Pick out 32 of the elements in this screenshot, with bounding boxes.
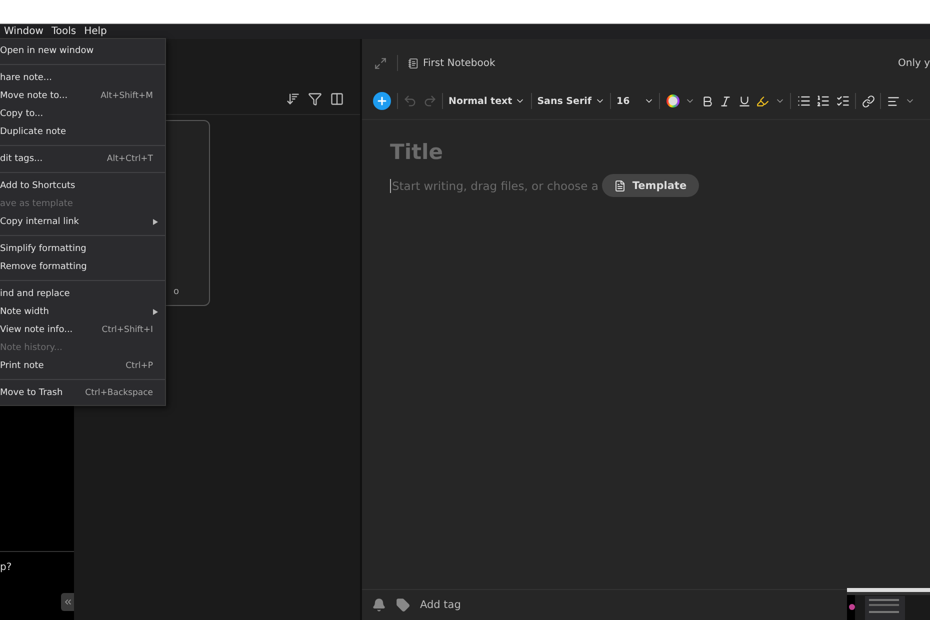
- menu-item[interactable]: Simplify formatting: [0, 240, 165, 258]
- notebook-name[interactable]: First Notebook: [423, 58, 496, 68]
- template-button[interactable]: Template: [602, 174, 699, 197]
- menu-item[interactable]: hare note...: [0, 69, 165, 87]
- menu-item[interactable]: ind and replace: [0, 285, 165, 303]
- sidebar-text: p?: [0, 561, 13, 573]
- shortcut-text: Ctrl+Shift+I: [102, 325, 153, 335]
- paragraph-style-dropdown[interactable]: Normal text: [448, 96, 526, 106]
- menu-item[interactable]: Note width: [0, 303, 165, 321]
- menu-bar-item[interactable]: Tools: [51, 26, 76, 37]
- note-card-text: o: [173, 287, 179, 297]
- menu-item[interactable]: Duplicate note: [0, 123, 165, 141]
- shortcut-text: Alt+Shift+M: [100, 91, 153, 101]
- menu-item[interactable]: Move to Trash Ctrl+Backspace: [0, 384, 165, 402]
- menu-bar-item[interactable]: Help: [84, 26, 107, 37]
- shortcut-text: Ctrl+Backspace: [85, 388, 153, 398]
- menu-bar-item[interactable]: Window: [4, 26, 44, 37]
- menu-item[interactable]: Add to Shortcuts: [0, 177, 165, 195]
- menu-item[interactable]: Open in new window: [0, 42, 165, 60]
- font-size-dropdown[interactable]: 16: [616, 96, 654, 106]
- menu-item[interactable]: Copy internal link: [0, 213, 165, 231]
- menu-item[interactable]: Copy to...: [0, 105, 165, 123]
- menu-item[interactable]: Remove formatting: [0, 258, 165, 276]
- font-dropdown[interactable]: Sans Serif: [537, 96, 605, 106]
- shortcut-text: Alt+Ctrl+T: [106, 154, 153, 164]
- share-status: Only y: [898, 58, 930, 68]
- menu-item[interactable]: Print note Ctrl+P: [0, 357, 165, 375]
- menu-item[interactable]: Move note to... Alt+Shift+M: [0, 87, 165, 105]
- shortcut-text: Ctrl+P: [126, 361, 153, 371]
- menu-item[interactable]: dit tags... Alt+Ctrl+T: [0, 150, 165, 168]
- add-tag-button[interactable]: Add tag: [420, 599, 461, 611]
- menu-item[interactable]: View note info... Ctrl+Shift+I: [0, 321, 165, 339]
